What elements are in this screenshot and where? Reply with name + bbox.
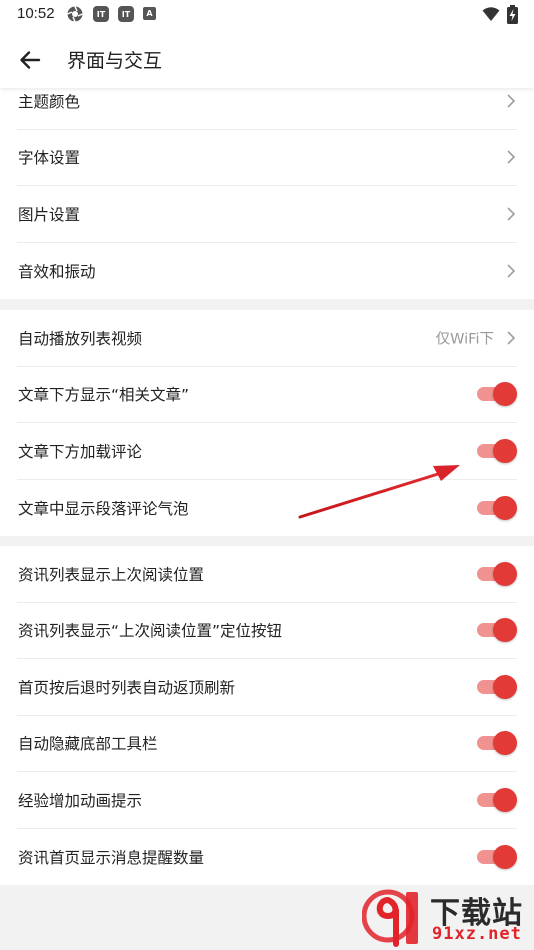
chevron-right-icon <box>507 207 516 221</box>
setting-row-image[interactable]: 图片设置 <box>17 186 517 243</box>
wifi-icon <box>482 6 500 22</box>
setting-label: 自动播放列表视频 <box>18 329 143 348</box>
setting-label: 文章中显示段落评论气泡 <box>18 499 189 518</box>
app-badge-icon: IT <box>118 6 134 22</box>
toggle-switch[interactable] <box>477 618 517 643</box>
watermark-logo <box>362 889 418 947</box>
setting-row-paragraph-bubbles[interactable]: 文章中显示段落评论气泡 <box>17 480 517 537</box>
setting-row-exp-animation[interactable]: 经验增加动画提示 <box>17 772 517 829</box>
setting-label: 自动隐藏底部工具栏 <box>18 735 158 754</box>
toggle-switch[interactable] <box>477 438 517 463</box>
toggle-thumb <box>493 674 517 699</box>
setting-label: 音效和振动 <box>18 262 96 281</box>
chevron-right-icon <box>507 150 516 164</box>
setting-label: 资讯列表显示“上次阅读位置”定位按钮 <box>18 622 283 641</box>
toggle-thumb <box>493 618 517 643</box>
toggle-thumb <box>493 495 517 520</box>
chevron-right-icon <box>507 94 516 108</box>
setting-value: 仅WiFi下 <box>435 331 494 348</box>
setting-label: 文章下方显示“相关文章” <box>18 386 190 405</box>
toggle-switch[interactable] <box>477 561 517 586</box>
toggle-thumb <box>493 844 517 869</box>
toggle-thumb <box>493 787 517 812</box>
setting-label: 主题颜色 <box>18 92 81 111</box>
chevron-right-icon <box>507 264 516 278</box>
a-badge-icon: A <box>143 7 156 20</box>
toggle-switch[interactable] <box>477 382 517 407</box>
setting-row-autoplay-video[interactable]: 自动播放列表视频 仅WiFi下 <box>17 310 517 367</box>
toggle-switch[interactable] <box>477 731 517 756</box>
setting-row-last-read-button[interactable]: 资讯列表显示“上次阅读位置”定位按钮 <box>17 603 517 659</box>
status-time: 10:52 <box>17 5 55 22</box>
setting-row-related-articles[interactable]: 文章下方显示“相关文章” <box>17 367 517 423</box>
setting-label: 资讯首页显示消息提醒数量 <box>18 848 205 867</box>
setting-label: 首页按后退时列表自动返顶刷新 <box>18 678 236 697</box>
toggle-switch[interactable] <box>477 674 517 699</box>
settings-section-feed: 资讯列表显示上次阅读位置 资讯列表显示“上次阅读位置”定位按钮 首页按后退时列表… <box>0 546 534 885</box>
watermark-url: 91xz.net <box>432 924 522 944</box>
setting-label: 字体设置 <box>18 149 81 168</box>
setting-label: 资讯列表显示上次阅读位置 <box>18 565 205 584</box>
app-badge-icon: IT <box>93 6 109 22</box>
setting-row-back-refresh[interactable]: 首页按后退时列表自动返顶刷新 <box>17 659 517 716</box>
status-bar: 10:52 IT IT A <box>0 0 534 30</box>
setting-row-font[interactable]: 字体设置 <box>17 130 517 186</box>
toggle-thumb <box>493 731 517 756</box>
back-button[interactable] <box>14 44 46 76</box>
setting-row-hide-toolbar[interactable]: 自动隐藏底部工具栏 <box>17 716 517 772</box>
page-title: 界面与交互 <box>67 50 163 72</box>
setting-label: 图片设置 <box>18 205 81 224</box>
settings-section-appearance: 主题颜色 字体设置 图片设置 音效和振动 <box>0 73 534 299</box>
toggle-switch[interactable] <box>477 844 517 869</box>
watermark: 下载站 91xz.net <box>362 886 534 950</box>
toggle-switch[interactable] <box>477 787 517 812</box>
setting-row-message-count[interactable]: 资讯首页显示消息提醒数量 <box>17 829 517 886</box>
setting-row-sound-vibration[interactable]: 音效和振动 <box>17 243 517 300</box>
aperture-icon <box>67 6 83 22</box>
setting-label: 经验增加动画提示 <box>18 791 143 810</box>
settings-section-article: 自动播放列表视频 仅WiFi下 文章下方显示“相关文章” 文章下方加载评论 文章… <box>0 310 534 536</box>
arrow-left-icon <box>20 51 41 69</box>
setting-row-load-comments[interactable]: 文章下方加载评论 <box>17 423 517 480</box>
toggle-thumb <box>493 561 517 586</box>
setting-label: 文章下方加载评论 <box>18 442 143 461</box>
toggle-switch[interactable] <box>477 495 517 520</box>
app-bar: 界面与交互 <box>0 30 534 88</box>
toggle-thumb <box>493 438 517 463</box>
battery-charging-icon <box>507 5 518 24</box>
setting-row-last-read-position[interactable]: 资讯列表显示上次阅读位置 <box>17 546 517 603</box>
chevron-right-icon <box>507 331 516 345</box>
toggle-thumb <box>493 382 517 407</box>
